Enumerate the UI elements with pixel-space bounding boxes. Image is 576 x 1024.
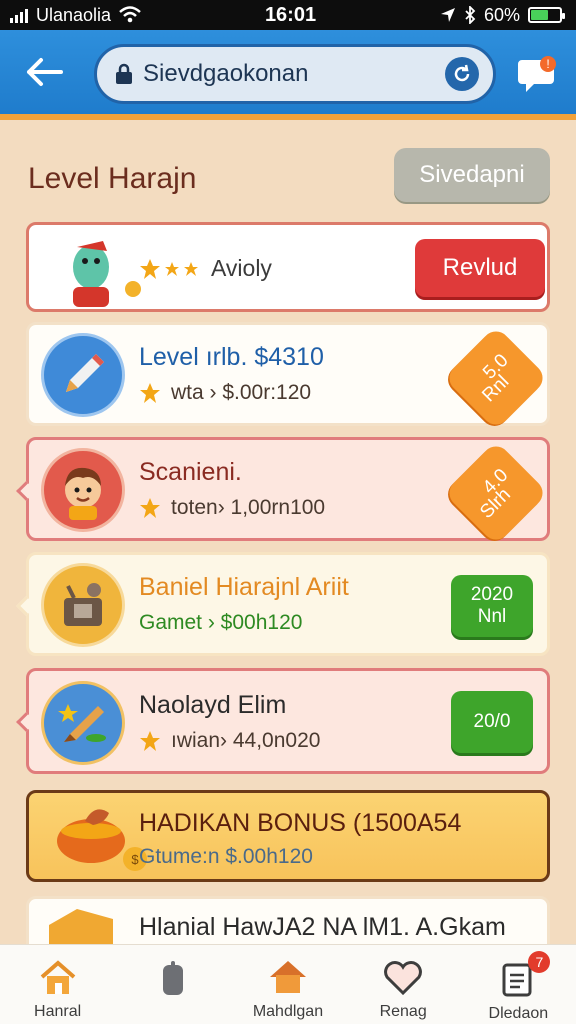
nav-label: Dledaon	[488, 1005, 549, 1022]
rating-text: Avioly	[211, 255, 272, 281]
pencil-icon	[41, 333, 125, 417]
bubble-tail	[16, 712, 36, 732]
page-title: Level Harajn	[28, 162, 197, 195]
list-item[interactable]: Level ırlb. $4310 wta › $.00r:120 5.0 Rnl	[26, 322, 550, 431]
reward-badge[interactable]: 20/0	[451, 691, 533, 753]
bluetooth-icon	[465, 6, 476, 24]
card-title: Naolayd Elim	[139, 691, 287, 719]
bubble-tail	[16, 596, 36, 616]
star-icon	[140, 498, 160, 518]
badge-unit: Rnl	[478, 371, 514, 407]
status-bar: Ulanaolia 16:01 60%	[0, 0, 576, 30]
rating: Avioly	[139, 255, 272, 282]
heart-icon	[384, 961, 423, 995]
wifi-icon	[119, 6, 141, 23]
list-item[interactable]: Avioly Revlud	[26, 222, 550, 312]
bottom-navigation: Hanral Mahdlgan Renag 7 Dledaon	[0, 944, 576, 1024]
reward-badge[interactable]: 2020 Nnl	[451, 575, 533, 637]
card-subtitle: wta › $.00r:120	[171, 381, 312, 404]
chat-badge: !	[546, 57, 549, 71]
star-icon	[140, 731, 160, 751]
house-icon	[269, 961, 306, 993]
bonus-subtitle: Gtume:n $.00h120	[139, 845, 313, 868]
card-subtitle: ıwian› 44,0n020	[171, 729, 321, 752]
badge-value: 2020	[470, 584, 514, 605]
card-title: Hlanial HawJA2 NA lM1. A.Gkam	[139, 913, 506, 941]
nav-label: Hanral	[34, 1003, 82, 1020]
character-icon	[73, 241, 141, 307]
brush-icon	[41, 681, 125, 765]
list-item[interactable]: Naolayd Elim ıwian› 44,0n020 20/0	[16, 668, 550, 774]
reload-icon	[454, 64, 470, 82]
toolbox-icon	[41, 563, 125, 647]
card-subtitle: Gamet › $00h120	[139, 611, 303, 634]
card-title: Level ırlb. $4310	[139, 343, 324, 371]
address-bar[interactable]: Sievdgaokonan	[94, 44, 496, 104]
battery-icon	[528, 7, 565, 23]
nav-label: Renag	[379, 1003, 427, 1020]
bonus-banner[interactable]: $ HADIKAN BONUS (1500A54 Gtume:n $.00h12…	[26, 790, 550, 882]
location-icon	[440, 8, 455, 22]
back-button[interactable]	[22, 52, 66, 92]
nav-notes[interactable]: 7 Dledaon	[468, 945, 568, 1023]
nav-home[interactable]: Hanral	[8, 945, 108, 1021]
bubble-tail	[16, 481, 36, 501]
list-item[interactable]: Baniel Hiarajnl Ariit Gamet › $00h120 20…	[16, 552, 550, 656]
signal-icon	[10, 7, 28, 23]
nav-heart[interactable]: Renag	[353, 945, 453, 1021]
back-arrow-icon	[27, 58, 63, 86]
avatar-icon	[41, 448, 125, 532]
badge-value: 20/0	[473, 711, 511, 732]
card-subtitle: toten› 1,00rn100	[171, 496, 326, 519]
reward-badge[interactable]: 4.0 Slrh	[443, 440, 549, 546]
reload-button[interactable]	[445, 57, 479, 91]
app-header: Sievdgaokonan !	[0, 30, 576, 120]
phone-icon	[162, 961, 183, 995]
battery-percent: 60%	[483, 4, 520, 25]
carrier-label: Ulanaolia	[36, 4, 112, 25]
card-title: Scanieni.	[139, 458, 242, 486]
star-icon	[140, 258, 198, 279]
nav-label: Mahdlgan	[252, 1003, 324, 1020]
lock-icon	[116, 63, 132, 84]
badge-unit: Nnl	[477, 606, 507, 627]
revive-button[interactable]: Revlud	[415, 239, 545, 297]
title-action-button[interactable]: Sivedapni	[394, 148, 550, 202]
notification-badge: 7	[528, 951, 551, 973]
address-text: Sievdgaokonan	[143, 60, 309, 87]
list-item[interactable]: Scanieni. toten› 1,00rn100 4.0 Slrh	[16, 437, 550, 546]
bonus-title: HADIKAN BONUS (1500A54	[139, 809, 462, 837]
star-icon	[140, 383, 160, 403]
home-icon	[40, 960, 75, 994]
card-title: Baniel Hiarajnl Ariit	[139, 573, 349, 601]
reward-badge[interactable]: 5.0 Rnl	[443, 325, 549, 431]
nav-phone[interactable]	[123, 945, 223, 1005]
chat-button[interactable]: !	[516, 52, 560, 96]
chat-bubble-icon: !	[518, 56, 556, 92]
clock: 16:01	[264, 3, 317, 26]
nav-house[interactable]: Mahdlgan	[238, 945, 338, 1021]
